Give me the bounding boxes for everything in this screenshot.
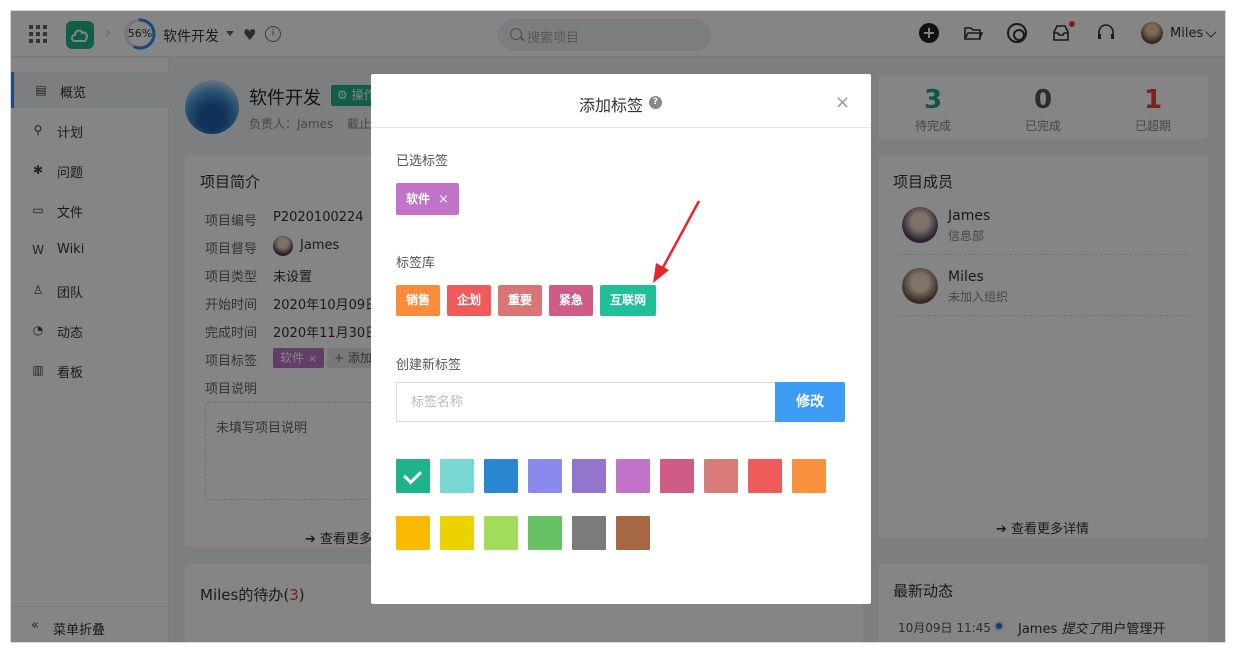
color-swatch[interactable]	[572, 516, 606, 550]
color-swatch[interactable]	[616, 459, 650, 493]
color-swatch[interactable]	[616, 516, 650, 550]
library-tag[interactable]: 互联网	[600, 285, 657, 316]
library-tag[interactable]: 重要	[498, 285, 543, 316]
close-icon[interactable]: ×	[835, 92, 850, 113]
color-swatch[interactable]	[528, 516, 562, 550]
tag-library-label: 标签库	[396, 256, 436, 271]
color-swatch[interactable]	[396, 516, 430, 550]
tag-name-input[interactable]	[396, 382, 775, 422]
remove-icon[interactable]: ×	[438, 192, 449, 207]
color-swatch[interactable]	[792, 459, 826, 493]
color-swatch[interactable]	[748, 459, 782, 493]
selected-tag[interactable]: 软件 ×	[396, 183, 459, 215]
color-swatch[interactable]	[440, 459, 474, 493]
library-tag[interactable]: 紧急	[549, 285, 594, 316]
check-icon	[402, 465, 423, 485]
color-swatch[interactable]	[484, 516, 518, 550]
color-swatch[interactable]	[660, 459, 694, 493]
question-icon[interactable]: ?	[649, 96, 662, 109]
color-swatch[interactable]	[440, 516, 474, 550]
add-tag-dialog: 添加标签 ? × 已选标签 软件 × 标签库 销售 企划 重要 紧急 互联网 创建…	[371, 74, 871, 604]
modify-button[interactable]: 修改	[775, 382, 845, 422]
annotation-arrow-icon	[653, 200, 701, 283]
app-window: › 56% 软件开发 ♥ i 搜索项目 + Miles ▤ 概览 ⚲ 计划 ✱ …	[10, 10, 1226, 643]
color-swatch[interactable]	[528, 459, 562, 493]
create-tag-label: 创建新标签	[396, 358, 462, 373]
color-swatch[interactable]	[396, 459, 430, 493]
library-tag[interactable]: 企划	[447, 285, 492, 316]
dialog-title: 添加标签	[579, 96, 644, 115]
color-swatch[interactable]	[572, 459, 606, 493]
selected-tag-label: 软件	[406, 192, 431, 206]
color-swatch[interactable]	[704, 459, 738, 493]
selected-tags-label: 已选标签	[396, 154, 449, 169]
color-swatch[interactable]	[484, 459, 518, 493]
library-tag[interactable]: 销售	[396, 285, 441, 316]
dialog-header: 添加标签 ? ×	[371, 74, 871, 128]
